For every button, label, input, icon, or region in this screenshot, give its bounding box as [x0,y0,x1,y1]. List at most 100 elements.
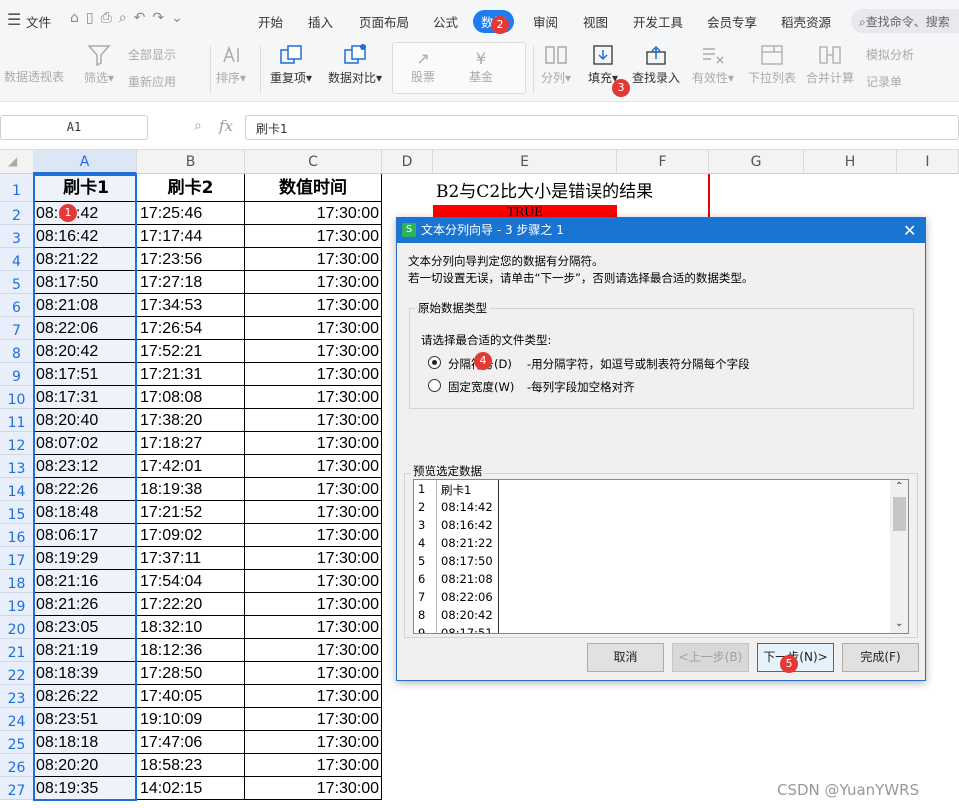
table-cell[interactable]: 08:21:22 [33,248,137,271]
table-cell[interactable]: 17:30:00 [245,639,382,662]
chevron-down-icon[interactable]: ⌄ [895,618,903,629]
table-cell[interactable]: 17:30:00 [245,685,382,708]
table-cell[interactable]: 08:06:17 [33,524,137,547]
tab-page-layout[interactable]: 页面布局 [359,12,409,31]
table-cell[interactable]: 08:18:39 [33,662,137,685]
finish-button[interactable]: 完成(F) [842,643,919,672]
reapply-button[interactable]: 重新应用 [128,73,176,90]
note-cell[interactable]: B2与C2比大小是错误的结果 [433,177,709,205]
row-header[interactable]: 6 [0,294,33,317]
tab-member[interactable]: 会员专享 [707,12,757,31]
prev-button[interactable]: <上一步(B) [672,643,749,672]
table-cell[interactable]: 17:25:46 [137,202,245,225]
table-cell[interactable]: 17:23:56 [137,248,245,271]
column-header[interactable]: H [804,150,897,174]
table-cell[interactable]: 17:52:21 [137,340,245,363]
row-header[interactable]: 19 [0,593,33,616]
zoom-icon[interactable]: ⌕ [194,118,202,134]
preview-box[interactable]: 1 2 3 4 5 6 7 8 9 刷卡1 08:14:42 08:16:42 08:21:22 08:… [413,479,909,634]
table-cell[interactable]: 08:26:22 [33,685,137,708]
row-header[interactable]: 20 [0,616,33,639]
row-header[interactable]: 15 [0,501,33,524]
tab-review[interactable]: 审阅 [533,12,558,31]
table-header[interactable]: 刷卡1 [33,174,137,202]
table-cell[interactable]: 17:17:44 [137,225,245,248]
split-column-button[interactable]: 分列▾ [541,44,571,86]
validity-button[interactable]: 有效性▾ [692,44,734,86]
table-cell[interactable]: 17:42:01 [137,455,245,478]
table-cell[interactable]: 17:09:02 [137,524,245,547]
table-cell[interactable]: 08:23:12 [33,455,137,478]
row-header[interactable]: 11 [0,409,33,432]
sort-button[interactable]: 排序▾ [216,44,246,86]
tab-developer[interactable]: 开发工具 [633,12,683,31]
table-cell[interactable]: 17:30:00 [245,340,382,363]
table-cell[interactable]: 17:30:00 [245,593,382,616]
table-cell[interactable]: 08:20:42 [33,340,137,363]
tab-insert[interactable]: 插入 [308,12,333,31]
row-header[interactable]: 14 [0,478,33,501]
table-cell[interactable]: 08:18:48 [33,501,137,524]
column-header[interactable]: I [897,150,959,174]
table-cell[interactable]: 17:21:31 [137,363,245,386]
table-header[interactable]: 数值时间 [245,174,382,202]
row-header[interactable]: 23 [0,685,33,708]
row-header[interactable]: 7 [0,317,33,340]
table-cell[interactable]: 08:16:42 [33,225,137,248]
table-cell[interactable]: 08:23:51 [33,708,137,731]
table-cell[interactable]: 17:34:53 [137,294,245,317]
table-cell[interactable]: 19:10:09 [137,708,245,731]
table-cell[interactable]: 17:30:00 [245,731,382,754]
close-icon[interactable]: ✕ [903,218,916,243]
tab-docer[interactable]: 稻壳资源 [781,12,831,31]
simulate-button[interactable]: 模拟分析 [866,46,914,63]
table-cell[interactable]: 17:30:00 [245,616,382,639]
table-cell[interactable]: 17:28:50 [137,662,245,685]
quick-access-icons[interactable]: ⌂▯⎙⌕↶↷⌄ [70,10,190,26]
column-header[interactable]: B [137,150,245,174]
name-box[interactable]: A1 [0,115,148,140]
table-cell[interactable]: 08:19:35 [33,777,137,800]
row-header[interactable]: 22 [0,662,33,685]
row-header[interactable]: 21 [0,639,33,662]
cancel-button[interactable]: 取消 [587,643,664,672]
table-cell[interactable]: 08:20:40 [33,409,137,432]
table-cell[interactable]: 08:17:51 [33,363,137,386]
table-cell[interactable]: 17:30:00 [245,271,382,294]
table-cell[interactable]: 18:32:10 [137,616,245,639]
column-header[interactable]: F [617,150,709,174]
tab-formula[interactable]: 公式 [433,12,458,31]
row-header[interactable]: 1 [0,174,33,202]
table-cell[interactable]: 17:30:00 [245,363,382,386]
table-cell[interactable]: 17:30:00 [245,455,382,478]
table-cell[interactable]: 17:30:00 [245,432,382,455]
command-search[interactable]: ⌕查找命令、搜索 [851,9,959,33]
chevron-up-icon[interactable]: ⌃ [895,481,903,492]
row-header[interactable]: 8 [0,340,33,363]
table-cell[interactable]: 17:30:00 [245,547,382,570]
table-cell[interactable]: 17:30:00 [245,294,382,317]
table-cell[interactable]: 17:37:11 [137,547,245,570]
table-cell[interactable]: 17:30:00 [245,708,382,731]
table-cell[interactable]: 17:30:00 [245,524,382,547]
table-cell[interactable]: 17:30:00 [245,386,382,409]
table-cell[interactable]: 08:23:05 [33,616,137,639]
fill-button[interactable]: 填充▾ [588,44,618,86]
row-header[interactable]: 18 [0,570,33,593]
delimited-radio[interactable] [428,356,441,369]
pivot-table-button[interactable]: 数据透视表 [4,68,64,85]
stock-fund-gallery[interactable]: ↗ 股票 ¥ 基金 [392,42,526,94]
row-header[interactable]: 16 [0,524,33,547]
table-cell[interactable]: 17:30:00 [245,409,382,432]
scroll-thumb[interactable] [893,497,906,531]
lookup-entry-button[interactable]: 查找录入 [632,44,680,86]
row-header[interactable]: 5 [0,271,33,294]
table-cell[interactable]: 17:30:00 [245,662,382,685]
row-header[interactable]: 2 [0,202,33,225]
table-header[interactable]: 刷卡2 [137,174,245,202]
table-cell[interactable]: 08:21:16 [33,570,137,593]
table-cell[interactable]: 18:19:38 [137,478,245,501]
table-cell[interactable]: 17:38:20 [137,409,245,432]
hamburger-icon[interactable]: ☰ [7,10,21,29]
column-header[interactable]: D [382,150,433,174]
